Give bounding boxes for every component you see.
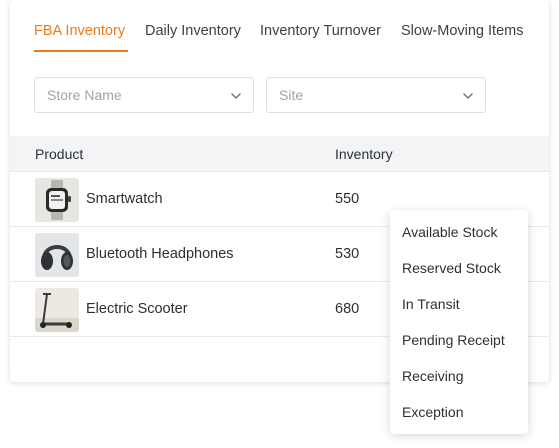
product-name: Smartwatch (86, 191, 163, 207)
store-name-placeholder: Store Name (47, 87, 122, 103)
chevron-down-icon (463, 93, 473, 99)
column-header-inventory: Inventory (335, 146, 393, 162)
tab-daily-inventory[interactable]: Daily Inventory (145, 22, 241, 40)
inventory-type-dropdown: Available Stock Reserved Stock In Transi… (390, 210, 528, 434)
menu-item-available-stock[interactable]: Available Stock (402, 224, 497, 241)
inventory-value: 530 (335, 246, 360, 262)
smartwatch-image (35, 178, 79, 222)
table-header: Product Inventory (10, 136, 549, 172)
tab-bar: FBA Inventory Daily Inventory Inventory … (10, 0, 549, 52)
tab-inventory-turnover[interactable]: Inventory Turnover (260, 22, 381, 40)
product-name: Bluetooth Headphones (86, 246, 234, 262)
tab-slow-moving-items[interactable]: Slow-Moving Items (401, 22, 523, 40)
menu-item-reserved-stock[interactable]: Reserved Stock (402, 260, 501, 277)
inventory-value: 680 (335, 301, 360, 317)
site-placeholder: Site (279, 87, 304, 103)
chevron-down-icon (231, 93, 241, 99)
product-name: Electric Scooter (86, 301, 188, 317)
column-header-product: Product (35, 146, 84, 162)
scooter-image (35, 288, 79, 332)
menu-item-in-transit[interactable]: In Transit (402, 296, 460, 313)
tab-fba-inventory[interactable]: FBA Inventory (34, 22, 125, 40)
menu-item-receiving[interactable]: Receiving (402, 368, 463, 385)
active-tab-indicator (34, 50, 128, 52)
store-name-select[interactable]: Store Name (34, 77, 254, 113)
site-select[interactable]: Site (266, 77, 486, 113)
headphones-image (35, 233, 79, 277)
menu-item-pending-receipt[interactable]: Pending Receipt (402, 332, 505, 349)
menu-item-exception[interactable]: Exception (402, 404, 463, 421)
inventory-value: 550 (335, 191, 360, 207)
